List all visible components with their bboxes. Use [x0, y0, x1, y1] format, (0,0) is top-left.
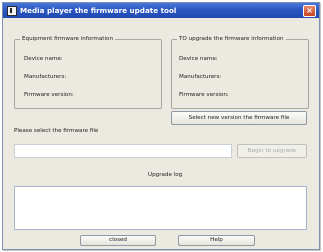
- begin-upgrade-button[interactable]: Begin to upgrade: [237, 144, 307, 158]
- upgrade-info-legend: TO upgrade the firmware information: [179, 36, 284, 42]
- window-title: Media player the firmware update tool: [20, 6, 177, 15]
- upgrade-manufacturers-label: Manufacturers:: [179, 74, 222, 80]
- equipment-firmware-version-label: Firmware version:: [24, 92, 74, 98]
- equipment-info-legend: Equipment firmware information: [22, 36, 113, 42]
- equipment-device-name-label: Device name:: [24, 56, 63, 62]
- firmware-file-path-input[interactable]: [14, 144, 232, 158]
- equipment-firmware-info-group: Equipment firmware information: [14, 36, 162, 109]
- select-firmware-label: Please select the firmware file: [14, 128, 99, 134]
- help-button[interactable]: Help: [178, 235, 255, 246]
- close-icon[interactable]: ×: [303, 5, 316, 17]
- title-bar[interactable]: Media player the firmware update tool ×: [3, 3, 319, 18]
- upgrade-device-name-label: Device name:: [179, 56, 218, 62]
- upgrade-firmware-info-group: TO upgrade the firmware information: [171, 36, 309, 109]
- equipment-manufacturers-label: Manufacturers:: [24, 74, 67, 80]
- upgrade-log-textarea[interactable]: [14, 186, 307, 230]
- app-icon: [7, 6, 17, 16]
- closed-button[interactable]: closed: [80, 235, 156, 246]
- upgrade-firmware-version-label: Firmware version:: [179, 92, 229, 98]
- firmware-update-window: Media player the firmware update tool × …: [2, 2, 320, 250]
- select-firmware-file-button[interactable]: Select new version the firmware file: [171, 111, 307, 125]
- upgrade-log-label: Upgrade log: [148, 172, 183, 178]
